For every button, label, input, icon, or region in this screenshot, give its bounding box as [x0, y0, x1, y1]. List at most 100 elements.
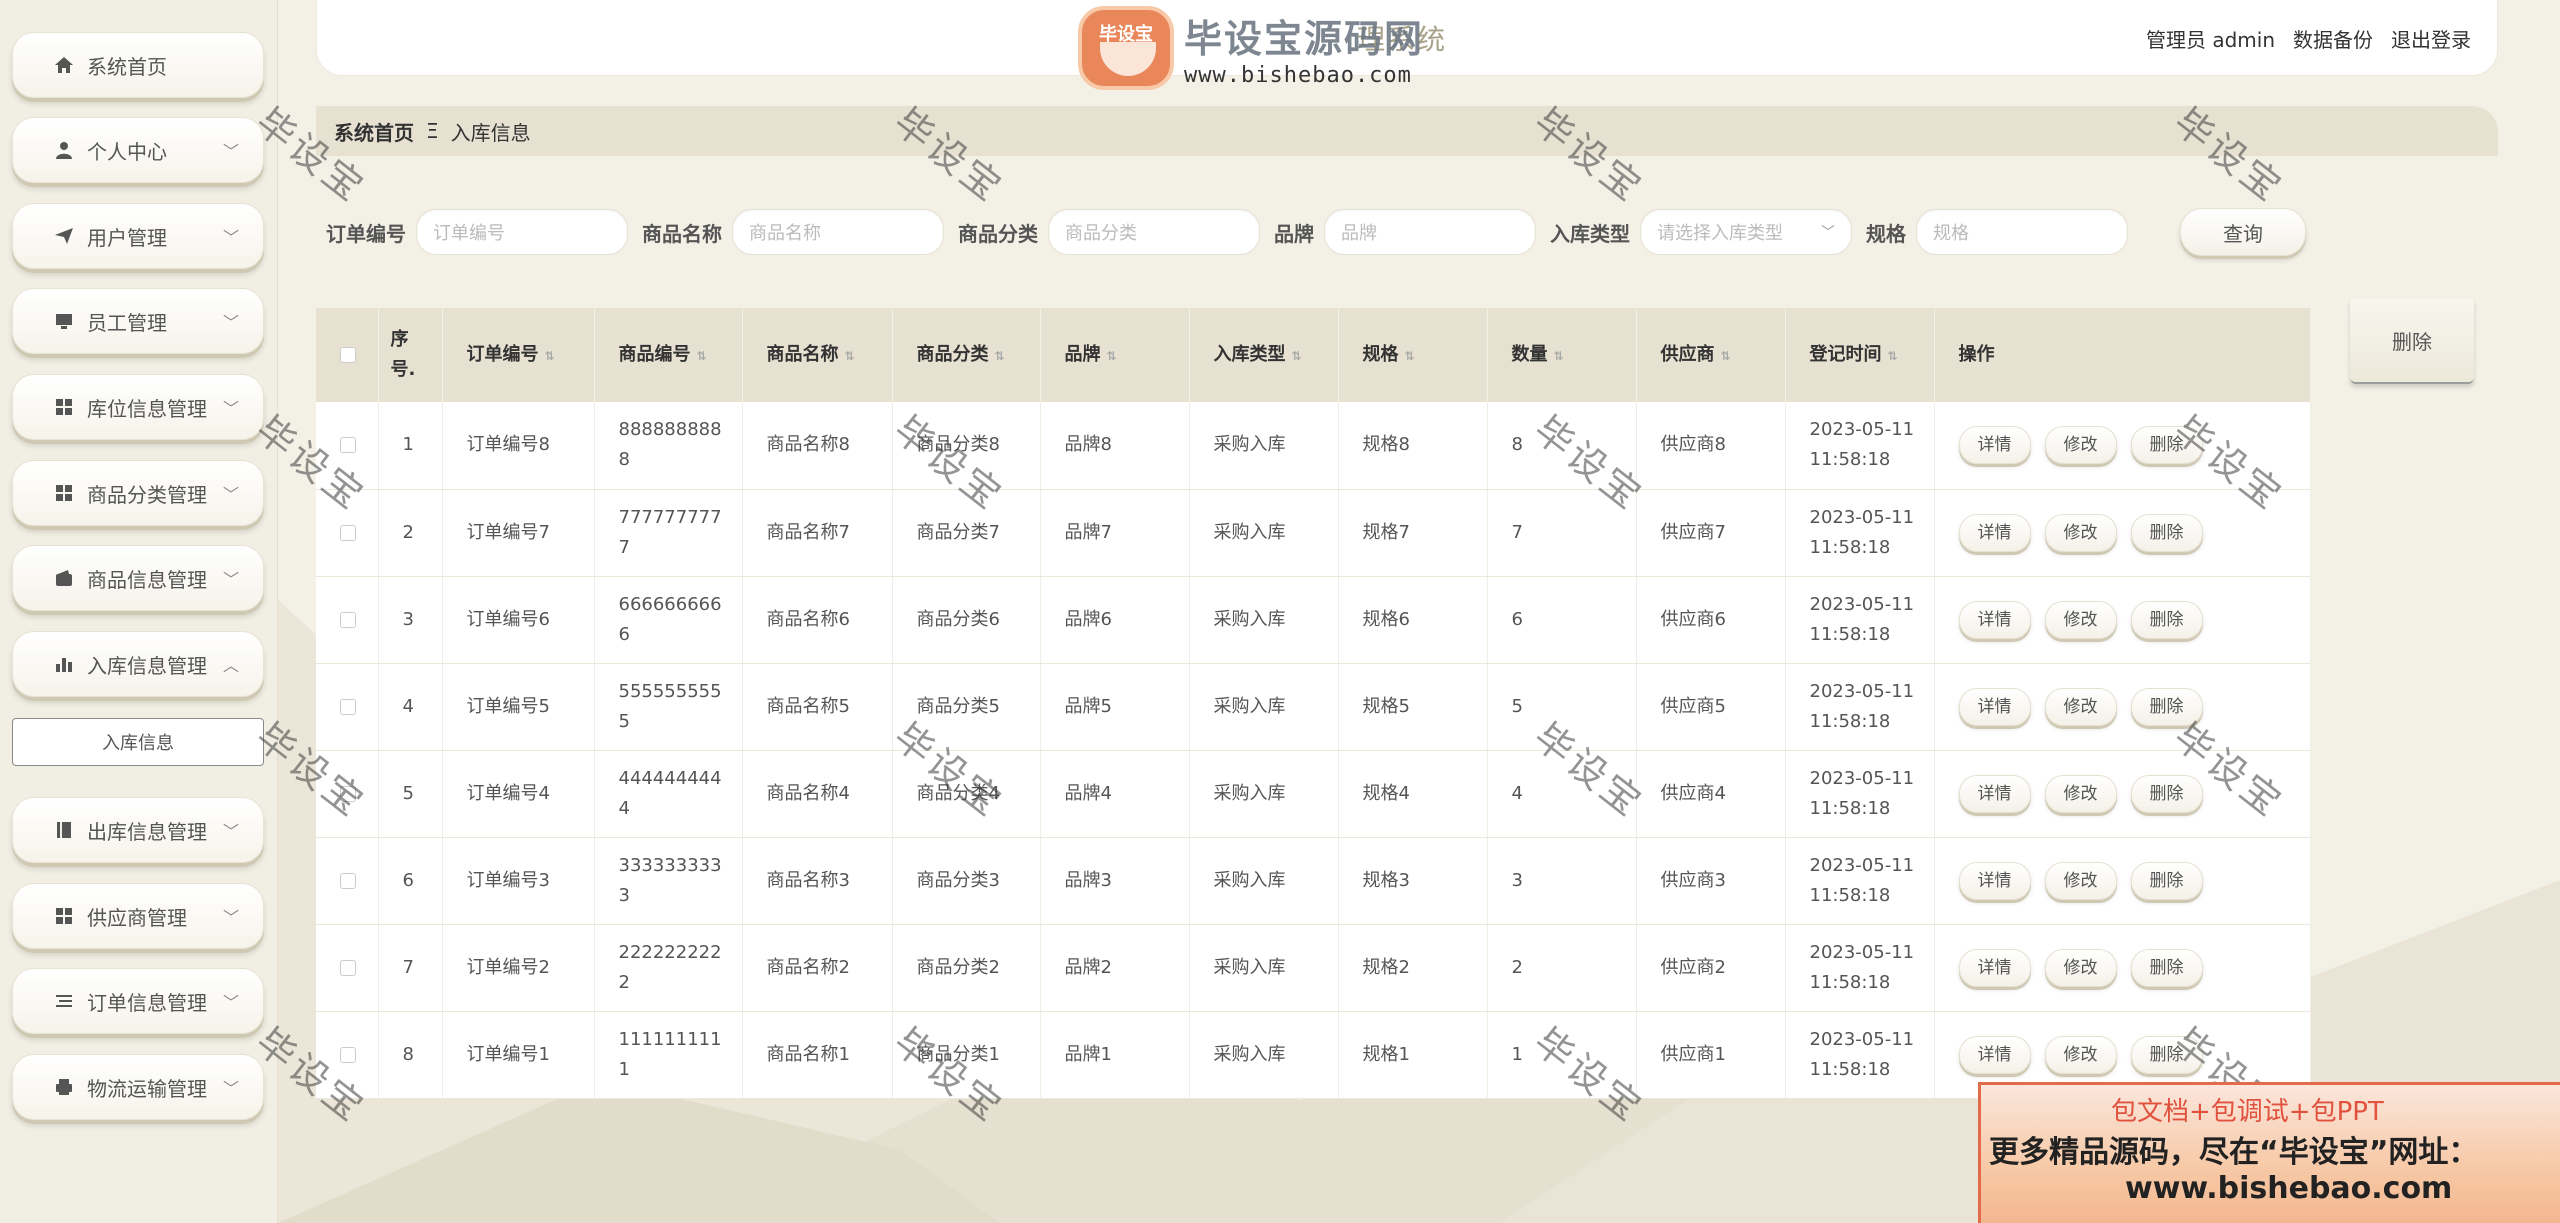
sidebar-item-6[interactable]: 商品分类管理 ﹀ — [12, 460, 264, 526]
search-input-2[interactable]: 商品名称 — [732, 209, 944, 255]
search-label-4: 品牌 — [1274, 221, 1314, 246]
edit-button[interactable]: 修改 — [2044, 600, 2117, 639]
data-backup-link[interactable]: 数据备份 — [2293, 24, 2373, 53]
edit-button[interactable]: 修改 — [2044, 687, 2117, 726]
delete-button[interactable]: 删除 — [2130, 948, 2203, 987]
column-header-label: 入库类型 — [1213, 343, 1286, 365]
edit-button[interactable]: 修改 — [2044, 1035, 2117, 1074]
search-label-2: 商品名称 — [642, 221, 722, 246]
edit-button[interactable]: 修改 — [2044, 426, 2117, 465]
search-input-4[interactable]: 品牌 — [1324, 209, 1536, 255]
row-checkbox-cell — [316, 924, 379, 1012]
chevron-down-icon: ﹀ — [222, 399, 239, 418]
cell-cat: 商品分类4 — [892, 750, 1041, 838]
column-header-label: 操作 — [1958, 344, 1995, 365]
sort-icon[interactable]: ⇅ — [1888, 349, 1898, 363]
sort-icon[interactable]: ⇅ — [1292, 349, 1302, 363]
detail-button[interactable]: 详情 — [1958, 1035, 2031, 1074]
column-header-7[interactable]: 入库类型 ⇅ — [1189, 308, 1339, 402]
cell-qty: 5 — [1487, 663, 1637, 751]
sidebar-item-7[interactable]: 商品信息管理 ﹀ — [12, 545, 264, 611]
edit-button[interactable]: 修改 — [2044, 948, 2117, 987]
sort-icon[interactable]: ⇅ — [845, 349, 855, 363]
delete-button[interactable]: 删除 — [2130, 426, 2203, 465]
delete-button[interactable]: 删除 — [2130, 600, 2203, 639]
delete-button[interactable]: 删除 — [2130, 774, 2203, 813]
detail-button[interactable]: 详情 — [1958, 600, 2031, 639]
sidebar-item-4[interactable]: 员工管理 ﹀ — [12, 288, 264, 354]
cell-time: 2023-05-11 11:58:18 — [1785, 1011, 1935, 1099]
sort-icon[interactable]: ⇅ — [697, 349, 707, 363]
sort-icon[interactable]: ⇅ — [1107, 349, 1117, 363]
sidebar-item-label: 商品信息管理 — [87, 567, 207, 592]
sort-icon[interactable]: ⇅ — [1405, 349, 1415, 363]
sidebar-item-11[interactable]: 订单信息管理 ﹀ — [12, 968, 264, 1034]
sidebar-item-9[interactable]: 出库信息管理 ﹀ — [12, 797, 264, 863]
row-checkbox[interactable] — [340, 611, 356, 628]
sidebar-item-10[interactable]: 供应商管理 ﹀ — [12, 883, 264, 949]
stock-in-type-select[interactable]: 请选择入库类型 ﹀ — [1640, 209, 1852, 255]
detail-button[interactable]: 详情 — [1958, 861, 2031, 900]
detail-button[interactable]: 详情 — [1958, 948, 2031, 987]
chevron-down-icon: ﹀ — [222, 142, 239, 161]
row-checkbox[interactable] — [340, 959, 356, 976]
detail-button[interactable]: 详情 — [1958, 687, 2031, 726]
sort-icon[interactable]: ⇅ — [995, 349, 1005, 363]
column-header-11[interactable]: 登记时间 ⇅ — [1785, 308, 1935, 402]
column-header-4[interactable]: 商品名称 ⇅ — [742, 308, 893, 402]
column-header-8[interactable]: 规格 ⇅ — [1338, 308, 1488, 402]
cell-type: 采购入库 — [1189, 924, 1339, 1012]
submenu-item-stock-in-info[interactable]: 入库信息 — [12, 718, 264, 766]
column-header-9[interactable]: 数量 ⇅ — [1487, 308, 1637, 402]
sort-icon[interactable]: ⇅ — [1554, 349, 1564, 363]
cell-supplier: 供应商8 — [1636, 402, 1786, 490]
cell-idx: 4 — [378, 663, 443, 751]
row-checkbox[interactable] — [340, 872, 356, 889]
column-header-10[interactable]: 供应商 ⇅ — [1636, 308, 1786, 402]
sidebar-item-5[interactable]: 库位信息管理 ﹀ — [12, 374, 264, 440]
sidebar-item-3[interactable]: 用户管理 ﹀ — [12, 203, 264, 269]
cell-type: 采购入库 — [1189, 489, 1339, 577]
row-checkbox[interactable] — [340, 785, 356, 802]
search-bar: 订单编号 订单编号 商品名称 商品名称 商品分类 商品分类 品牌 品牌 入库类型 请选择入库类型 ﹀… — [326, 208, 2142, 256]
sidebar-item-2[interactable]: 个人中心 ﹀ — [12, 117, 264, 183]
row-checkbox[interactable] — [340, 524, 356, 541]
row-actions: 详情 修改 删除 — [1934, 750, 2311, 838]
detail-button[interactable]: 详情 — [1958, 774, 2031, 813]
cell-code: 4444444444 — [594, 750, 743, 838]
detail-button[interactable]: 详情 — [1958, 513, 2031, 552]
edit-button[interactable]: 修改 — [2044, 513, 2117, 552]
sidebar-item-8[interactable]: 入库信息管理 ︿ — [12, 631, 264, 697]
cell-idx: 7 — [378, 924, 443, 1012]
row-checkbox[interactable] — [340, 1046, 356, 1063]
admin-user-label: 管理员 admin — [2145, 28, 2275, 52]
column-header-5[interactable]: 商品分类 ⇅ — [892, 308, 1041, 402]
edit-button[interactable]: 修改 — [2044, 861, 2117, 900]
sidebar-item-12[interactable]: 物流运输管理 ﹀ — [12, 1054, 264, 1120]
promo-banner[interactable]: 包文档+包调试+包PPT 更多精品源码，尽在“毕设宝”网址： www.bishe… — [1978, 1082, 2560, 1223]
cell-code: 7777777777 — [594, 489, 743, 577]
row-checkbox[interactable] — [340, 437, 356, 454]
delete-button[interactable]: 删除 — [2130, 861, 2203, 900]
edit-button[interactable]: 修改 — [2044, 774, 2117, 813]
sort-icon[interactable]: ⇅ — [1721, 349, 1731, 363]
query-button[interactable]: 查询 — [2180, 208, 2306, 256]
sort-icon[interactable]: ⇅ — [545, 349, 555, 363]
column-header-3[interactable]: 商品编号 ⇅ — [594, 308, 743, 402]
delete-button[interactable]: 删除 — [2130, 513, 2203, 552]
detail-button[interactable]: 详情 — [1958, 426, 2031, 465]
row-checkbox[interactable] — [340, 698, 356, 715]
batch-delete-button[interactable]: 删除 — [2350, 298, 2474, 384]
breadcrumb-home[interactable]: 系统首页 — [334, 117, 414, 146]
logout-link[interactable]: 退出登录 — [2391, 24, 2471, 53]
search-input-3[interactable]: 商品分类 — [1048, 209, 1260, 255]
sidebar-item-1[interactable]: 系统首页 — [12, 32, 264, 98]
select-all-checkbox[interactable] — [340, 347, 356, 363]
delete-button[interactable]: 删除 — [2130, 1035, 2203, 1074]
column-header-2[interactable]: 订单编号 ⇅ — [442, 308, 595, 402]
table-row: 3 订单编号6 6666666666 商品名称6 商品分类6 品牌6 采购入库 规格6 6 供应商… — [316, 576, 2311, 664]
delete-button[interactable]: 删除 — [2130, 687, 2203, 726]
search-input-6[interactable]: 规格 — [1916, 209, 2128, 255]
column-header-6[interactable]: 品牌 ⇅ — [1040, 308, 1190, 402]
search-input-1[interactable]: 订单编号 — [416, 209, 628, 255]
